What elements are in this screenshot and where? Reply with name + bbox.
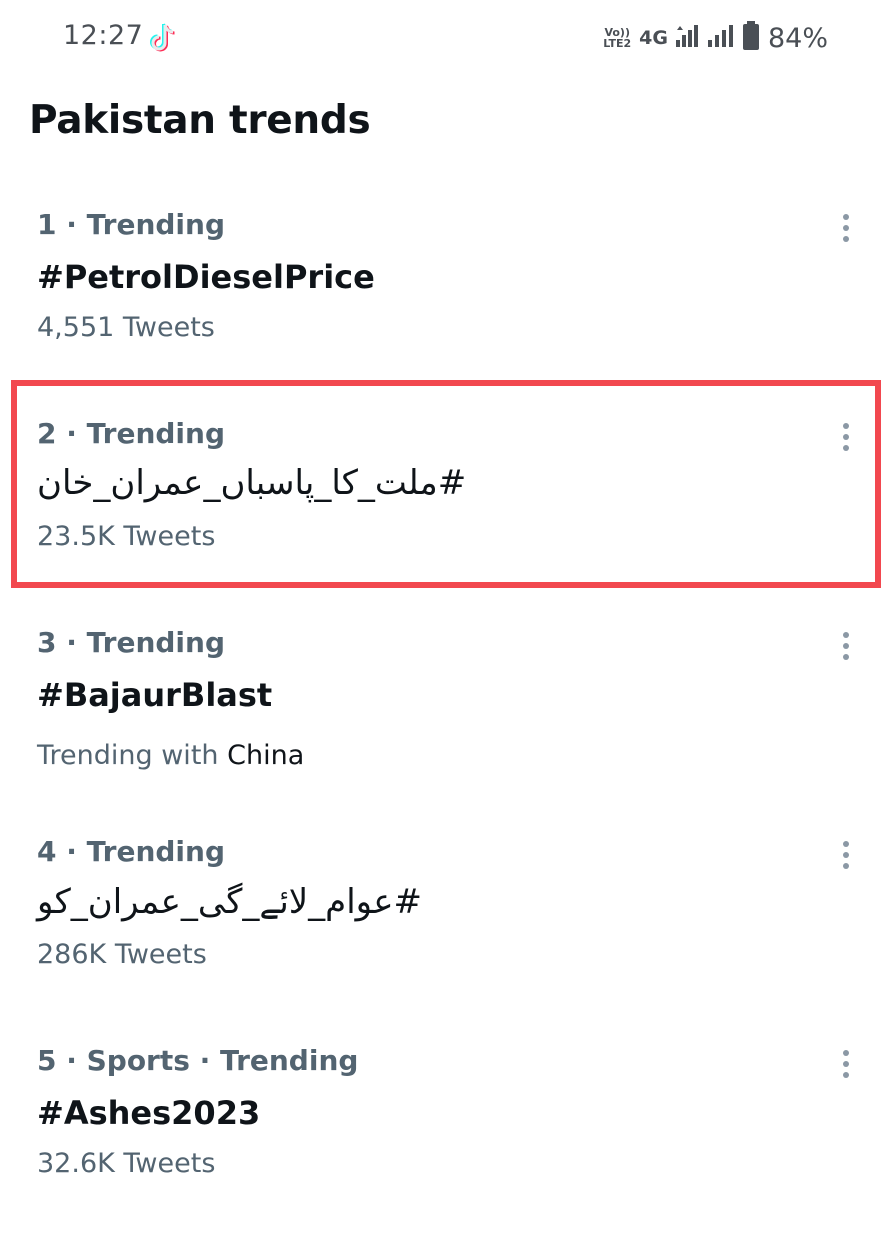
more-vertical-icon — [843, 632, 849, 660]
trend-name: #عوام_لائے_گی_عمران_کو — [37, 882, 423, 922]
trend-meta: 3 · Trending — [37, 626, 225, 659]
trend-item-1[interactable]: 1 · Trending #PetrolDieselPrice 4,551 Tw… — [0, 208, 892, 408]
trending-with-topic: China — [227, 740, 305, 771]
trend-context: Trending with China — [37, 740, 304, 771]
trend-item-2[interactable]: 2 · Trending #ملت_کا_پاسباں_عمران_خان 23… — [0, 417, 892, 617]
more-vertical-icon — [843, 214, 849, 242]
trend-item-5[interactable]: 5 · Sports · Trending #Ashes2023 32.6K T… — [0, 1044, 892, 1244]
trend-name: #BajaurBlast — [37, 676, 273, 714]
more-options-button[interactable] — [836, 1048, 856, 1084]
tiktok-icon — [148, 22, 178, 56]
trend-tweet-count: 23.5K Tweets — [37, 521, 216, 552]
signal-icon-secondary — [707, 24, 734, 52]
trend-meta: 5 · Sports · Trending — [37, 1044, 359, 1077]
trend-name: #PetrolDieselPrice — [37, 258, 375, 296]
trend-item-4[interactable]: 4 · Trending #عوام_لائے_گی_عمران_کو 286K… — [0, 835, 892, 1035]
more-options-button[interactable] — [836, 421, 856, 457]
trend-name: #ملت_کا_پاسباں_عمران_خان — [37, 463, 467, 503]
volte-indicator: Vo)) LTE2 — [603, 27, 631, 49]
trend-tweet-count: 32.6K Tweets — [37, 1148, 216, 1179]
signal-icon — [675, 24, 700, 52]
trend-name: #Ashes2023 — [37, 1094, 261, 1132]
battery-icon — [742, 21, 760, 55]
status-bar: 12:27 Vo)) LTE2 4G 84% — [0, 0, 892, 78]
more-options-button[interactable] — [836, 212, 856, 248]
trend-item-3[interactable]: 3 · Trending #BajaurBlast Trending with … — [0, 626, 892, 826]
more-vertical-icon — [843, 423, 849, 451]
trend-meta: 2 · Trending — [37, 417, 225, 450]
network-type-label: 4G — [639, 27, 668, 49]
more-options-button[interactable] — [836, 630, 856, 666]
more-vertical-icon — [843, 841, 849, 869]
status-indicators: Vo)) LTE2 4G 84% — [603, 20, 828, 56]
trend-meta: 4 · Trending — [37, 835, 225, 868]
status-time: 12:27 — [63, 20, 144, 51]
trend-tweet-count: 4,551 Tweets — [37, 312, 215, 343]
page-title: Pakistan trends — [29, 98, 371, 143]
volte-bottom-label: LTE2 — [603, 37, 632, 50]
trend-tweet-count: 286K Tweets — [37, 939, 207, 970]
trend-meta: 1 · Trending — [37, 208, 225, 241]
trending-with-label: Trending with — [37, 740, 228, 771]
more-vertical-icon — [843, 1050, 849, 1078]
more-options-button[interactable] — [836, 839, 856, 875]
battery-percentage: 84% — [767, 22, 828, 54]
